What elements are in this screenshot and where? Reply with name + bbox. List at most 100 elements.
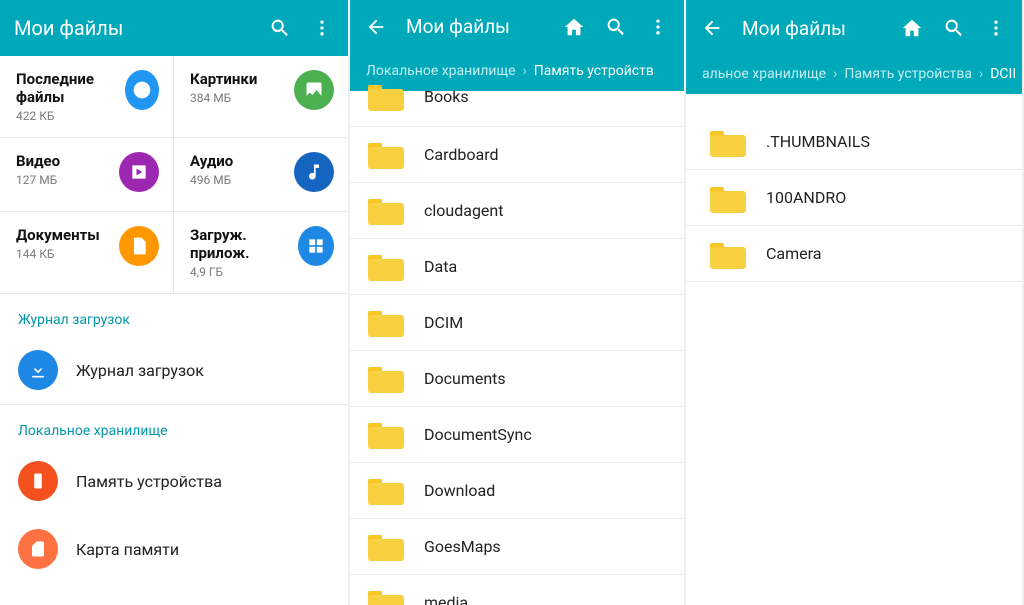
more-icon[interactable] [984, 16, 1008, 40]
downloads-label: Журнал загрузок [76, 361, 204, 380]
folder-icon [710, 127, 746, 157]
folder-icon [368, 531, 404, 561]
category-size: 127 МБ [16, 173, 60, 187]
download-icon [18, 350, 58, 390]
storage-row[interactable]: Память устройства [0, 447, 348, 515]
folder-name: cloudagent [424, 201, 503, 220]
category-name: Документы [16, 226, 100, 244]
folder-icon [710, 239, 746, 269]
chevron-right-icon: › [826, 66, 844, 82]
chevron-right-icon: › [972, 66, 990, 82]
folder-row[interactable]: DCIM [350, 295, 684, 351]
panel-device-storage: Мои файлы Локальное хранилище›Память уст… [350, 0, 686, 605]
folder-row[interactable]: Cardboard [350, 127, 684, 183]
video-icon [119, 152, 159, 192]
sdcard-icon [18, 529, 58, 569]
folder-list: .THUMBNAILS 100ANDRO Camera [686, 94, 1022, 282]
folder-name: Camera [766, 244, 821, 263]
image-icon [294, 70, 334, 110]
category-apps[interactable]: Загруж. прилож. 4,9 ГБ [174, 212, 348, 294]
category-doc[interactable]: Документы 144 КБ [0, 212, 174, 294]
folder-icon [710, 183, 746, 213]
folder-icon [368, 475, 404, 505]
folder-name: media [424, 593, 468, 605]
breadcrumb-segment[interactable]: Память устройств [534, 63, 654, 79]
category-video[interactable]: Видео 127 МБ [0, 138, 174, 212]
category-grid: Последние файлы422 КБКартинки384 МБВидео… [0, 56, 348, 294]
appbar-title: Мои файлы [406, 15, 544, 38]
more-icon[interactable] [646, 15, 670, 39]
category-size: 4,9 ГБ [190, 265, 298, 279]
category-name: Загруж. прилож. [190, 226, 298, 262]
folder-row[interactable]: cloudagent [350, 183, 684, 239]
folder-icon [368, 363, 404, 393]
breadcrumb-segment[interactable]: альное хранилище [702, 66, 826, 82]
appbar-title: Мои файлы [742, 17, 882, 40]
category-name: Последние файлы [16, 70, 125, 106]
folder-row[interactable]: Books [350, 79, 684, 127]
folder-name: GoesMaps [424, 537, 501, 556]
section-downloads-title: Журнал загрузок [0, 294, 348, 336]
category-name: Видео [16, 152, 60, 170]
folder-row[interactable]: Camera [686, 226, 1022, 282]
folder-row[interactable]: Documents [350, 351, 684, 407]
folder-row[interactable]: GoesMaps [350, 519, 684, 575]
breadcrumb-segment[interactable]: Локальное хранилище [366, 63, 516, 79]
section-storage-title: Локальное хранилище [0, 405, 348, 447]
recent-icon [125, 70, 159, 110]
audio-icon [294, 152, 334, 192]
downloads-row[interactable]: Журнал загрузок [0, 336, 348, 404]
folder-name: DCIM [424, 313, 463, 332]
folder-name: DocumentSync [424, 425, 532, 444]
panel-home: Мои файлы Последние файлы 422 КБ Картинки3… [0, 0, 350, 605]
storage-list: Память устройства Карта памяти [0, 447, 348, 583]
folder-row[interactable]: Data [350, 239, 684, 295]
appbar: Мои файлы [686, 0, 1022, 56]
breadcrumb[interactable]: альное хранилище›Память устройства›DCII [686, 56, 1022, 94]
category-audio[interactable]: Аудио496 МБ [174, 138, 348, 212]
folder-row[interactable]: 100ANDRO [686, 170, 1022, 226]
storage-label: Карта памяти [76, 540, 179, 559]
category-recent[interactable]: Последние файлы 422 КБ [0, 56, 174, 138]
folder-icon [368, 587, 404, 605]
folder-list: Books Cardboard cloudagent Data DCIM Document… [350, 79, 684, 605]
back-icon[interactable] [364, 15, 388, 39]
panel-dcim: Мои файлы альное хранилище›Память устрой… [686, 0, 1024, 605]
more-icon[interactable] [310, 16, 334, 40]
folder-icon [368, 251, 404, 281]
folder-row[interactable]: media [350, 575, 684, 605]
category-size: 144 КБ [16, 247, 100, 261]
folder-name: Data [424, 257, 457, 276]
phone-icon [18, 461, 58, 501]
search-icon[interactable] [942, 16, 966, 40]
folder-row[interactable]: .THUMBNAILS [686, 114, 1022, 170]
folder-name: .THUMBNAILS [766, 132, 870, 151]
category-image[interactable]: Картинки384 МБ [174, 56, 348, 138]
folder-name: Books [424, 87, 469, 106]
folder-row[interactable]: DocumentSync [350, 407, 684, 463]
storage-label: Память устройства [76, 472, 222, 491]
folder-icon [368, 419, 404, 449]
chevron-right-icon: › [516, 63, 534, 79]
folder-name: Download [424, 481, 495, 500]
appbar: Мои файлы [350, 0, 684, 53]
storage-row[interactable]: Карта памяти [0, 515, 348, 583]
apps-icon [298, 226, 334, 266]
breadcrumb-segment[interactable]: DCII [990, 66, 1016, 82]
category-size: 384 МБ [190, 91, 257, 105]
folder-row[interactable]: Download [350, 463, 684, 519]
category-size: 422 КБ [16, 109, 125, 123]
category-size: 496 МБ [190, 173, 233, 187]
folder-icon [368, 139, 404, 169]
search-icon[interactable] [604, 15, 628, 39]
folder-name: Documents [424, 369, 506, 388]
home-icon[interactable] [900, 16, 924, 40]
breadcrumb-segment[interactable]: Память устройства [844, 66, 972, 82]
home-icon[interactable] [562, 15, 586, 39]
folder-name: Cardboard [424, 145, 499, 164]
back-icon[interactable] [700, 16, 724, 40]
folder-icon [368, 307, 404, 337]
search-icon[interactable] [268, 16, 292, 40]
folder-name: 100ANDRO [766, 188, 846, 207]
appbar: Мои файлы [0, 0, 348, 56]
